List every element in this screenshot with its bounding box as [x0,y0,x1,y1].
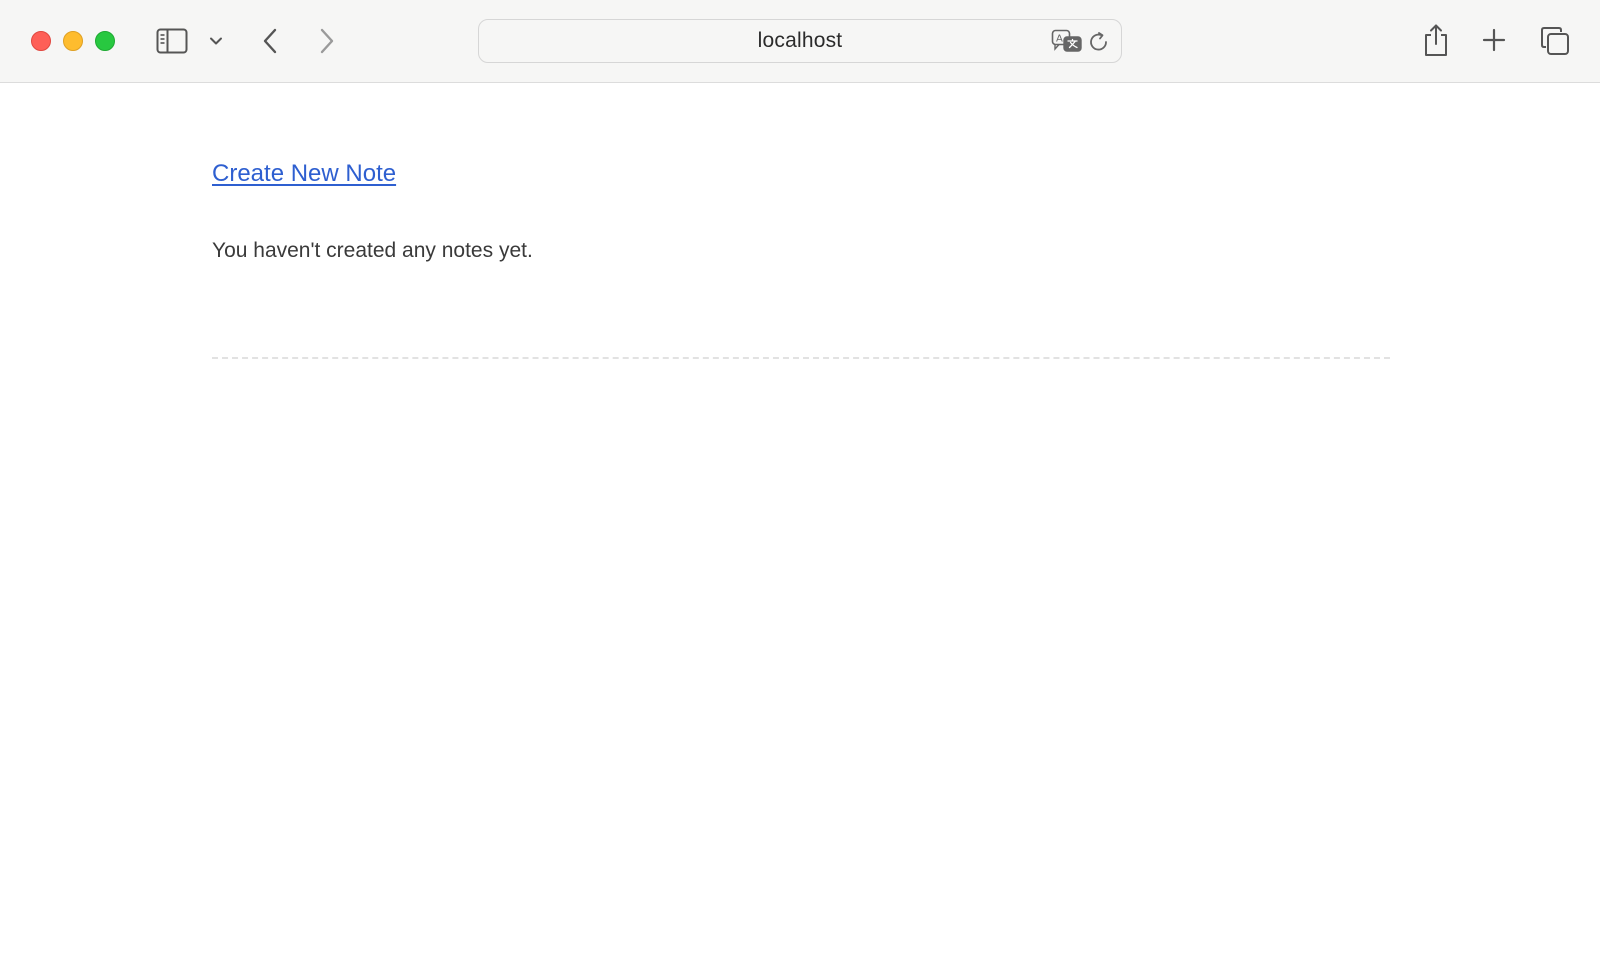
tabs-overview-icon [1540,26,1570,56]
back-button[interactable] [258,25,282,57]
sidebar-toggle-button[interactable] [155,26,189,56]
window-close-button[interactable] [31,31,51,51]
translate-icon: A [1051,29,1083,55]
svg-text:A: A [1056,34,1063,45]
browser-window: localhost A Create New Note You haven't … [0,0,1600,961]
share-button[interactable] [1422,22,1450,58]
dashed-divider [212,357,1390,359]
translate-button[interactable]: A [1051,29,1083,55]
reload-icon [1088,31,1110,53]
new-tab-button[interactable] [1481,27,1507,53]
tab-overview-button[interactable] [1539,25,1571,57]
chevron-right-icon [319,28,335,54]
create-new-note-link[interactable]: Create New Note [212,160,396,188]
address-bar[interactable]: localhost A [478,19,1122,63]
empty-notes-message: You haven't created any notes yet. [212,239,533,262]
window-maximize-button[interactable] [95,31,115,51]
reload-button[interactable] [1087,30,1111,54]
chevron-down-icon [209,36,223,46]
share-icon [1423,23,1449,57]
tab-group-menu-button[interactable] [207,32,225,50]
sidebar-icon [156,28,188,54]
chevron-left-icon [262,28,278,54]
window-minimize-button[interactable] [63,31,83,51]
plus-icon [1482,28,1506,52]
browser-toolbar: localhost A [0,0,1600,83]
address-bar-url[interactable]: localhost [479,20,1121,62]
forward-button[interactable] [315,25,339,57]
